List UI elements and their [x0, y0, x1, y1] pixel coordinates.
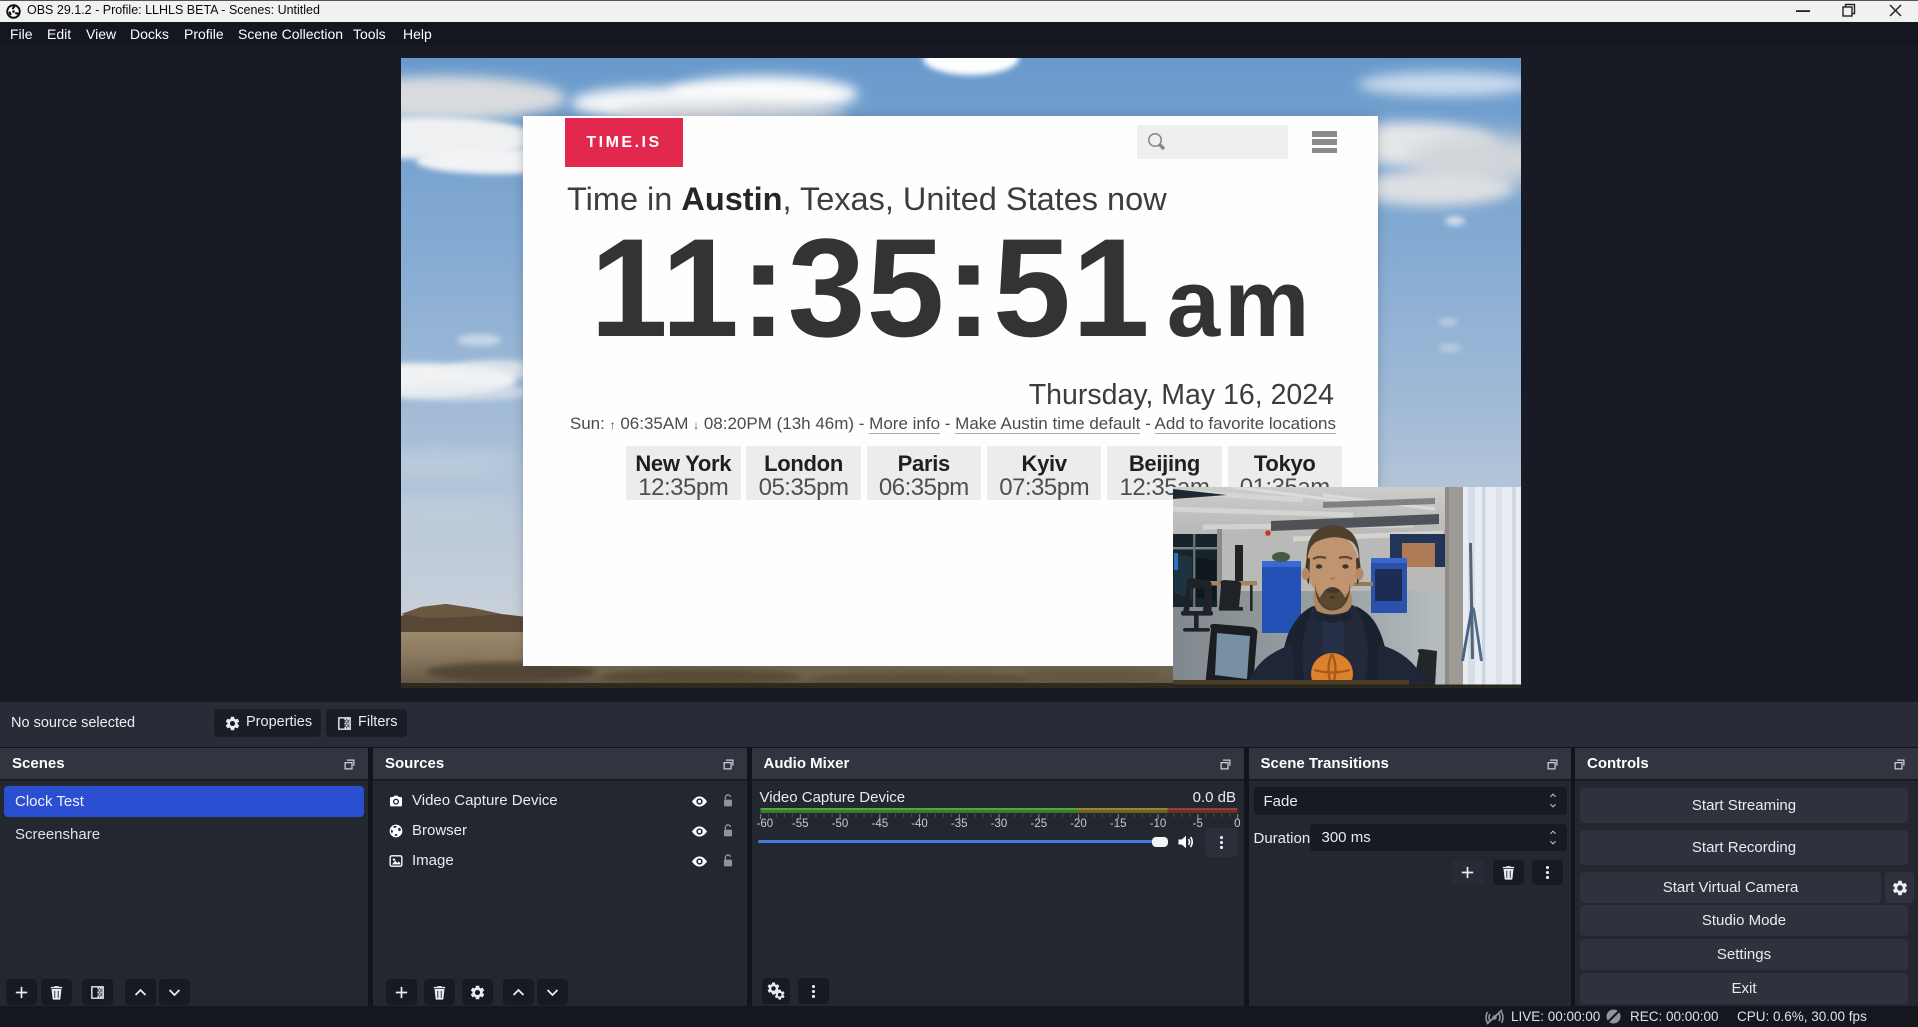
svg-text:-10: -10	[1149, 818, 1166, 830]
svg-text:-35: -35	[950, 818, 967, 830]
svg-text:-50: -50	[831, 818, 848, 830]
svg-text:-5: -5	[1192, 818, 1202, 830]
svg-text:-25: -25	[1030, 818, 1047, 830]
svg-text:-40: -40	[911, 818, 928, 830]
svg-text:-60: -60	[756, 818, 773, 830]
svg-text:-30: -30	[990, 818, 1007, 830]
svg-text:-55: -55	[791, 818, 808, 830]
svg-text:-15: -15	[1109, 818, 1126, 830]
svg-text:-45: -45	[871, 818, 888, 830]
svg-text:-20: -20	[1070, 818, 1087, 830]
